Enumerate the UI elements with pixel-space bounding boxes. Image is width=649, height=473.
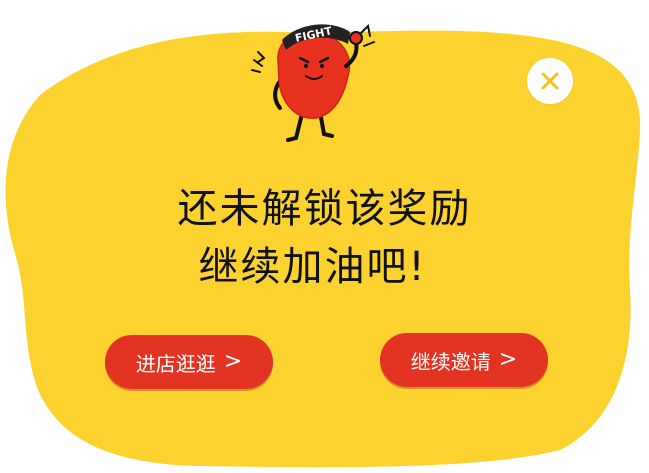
visit-store-button[interactable]: 进店逛逛 >	[105, 335, 273, 389]
continue-invite-button[interactable]: 继续邀请 >	[380, 333, 548, 387]
continue-invite-label: 继续邀请	[410, 349, 491, 374]
reward-locked-message: 还未解锁该奖励 继续加油吧!	[0, 180, 649, 296]
fight-mascot-illustration: FIGHT	[251, 23, 375, 142]
unlock-reward-dialog: FIGHT 还未解锁该奖励 继续加油吧! 进店逛逛 > 继续邀请 >	[0, 0, 649, 473]
chevron-right-icon: >	[223, 349, 243, 374]
visit-store-label: 进店逛逛	[135, 351, 216, 376]
close-icon	[541, 72, 559, 90]
chevron-right-icon: >	[498, 347, 518, 372]
close-button[interactable]	[527, 58, 573, 104]
message-line-2: 继续加油吧!	[198, 244, 427, 290]
message-line-1: 还未解锁该奖励	[177, 186, 472, 232]
